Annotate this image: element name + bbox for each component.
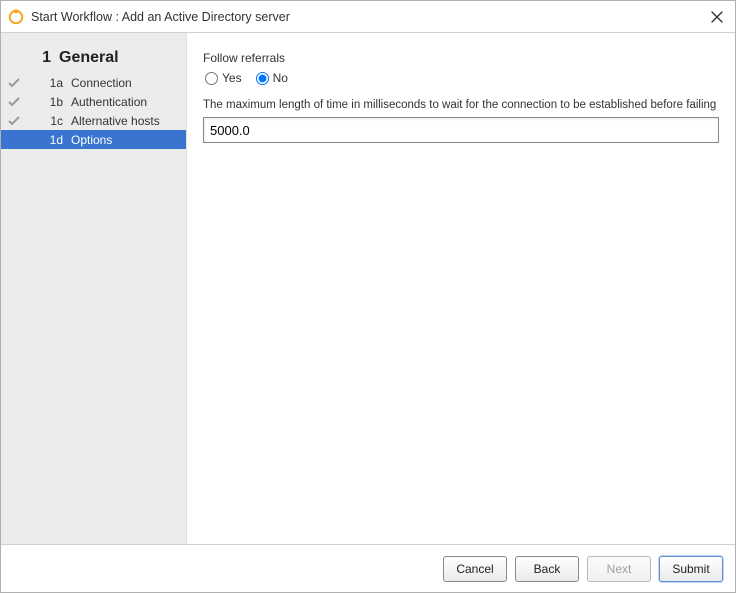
radio-no-label: No [273, 71, 288, 85]
app-icon [7, 8, 25, 26]
title-bar: Start Workflow : Add an Active Directory… [1, 1, 735, 33]
step-id: 1b [27, 95, 63, 109]
dialog-body: 1 General 1a Connection 1b Authenticatio… [1, 33, 735, 544]
follow-referrals-yes[interactable]: Yes [205, 71, 242, 85]
step-id: 1c [27, 114, 63, 128]
content-pane: Follow referrals Yes No The maximum leng… [187, 33, 735, 544]
follow-referrals-no[interactable]: No [256, 71, 288, 85]
step-list: 1a Connection 1b Authentication 1c Alter… [1, 73, 186, 149]
radio-no-input[interactable] [256, 72, 269, 85]
sidebar-item-alternative-hosts[interactable]: 1c Alternative hosts [1, 111, 186, 130]
section-number: 1 [1, 49, 51, 67]
step-label: Alternative hosts [71, 114, 160, 128]
sidebar-item-options[interactable]: 1d Options [1, 130, 186, 149]
window-title: Start Workflow : Add an Active Directory… [31, 10, 707, 24]
sidebar-item-connection[interactable]: 1a Connection [1, 73, 186, 92]
sidebar-item-authentication[interactable]: 1b Authentication [1, 92, 186, 111]
submit-button[interactable]: Submit [659, 556, 723, 582]
step-label: Connection [71, 76, 132, 90]
timeout-input[interactable] [203, 117, 719, 143]
section-header: 1 General [1, 45, 186, 73]
follow-referrals-label: Follow referrals [203, 51, 719, 65]
check-icon [1, 97, 27, 107]
check-icon [1, 116, 27, 126]
radio-yes-label: Yes [222, 71, 242, 85]
close-icon[interactable] [707, 7, 727, 27]
check-icon [1, 78, 27, 88]
footer-bar: Cancel Back Next Submit [1, 544, 735, 592]
radio-yes-input[interactable] [205, 72, 218, 85]
timeout-label: The maximum length of time in millisecon… [203, 99, 719, 111]
step-label: Options [71, 133, 112, 147]
step-id: 1a [27, 76, 63, 90]
next-button: Next [587, 556, 651, 582]
cancel-button[interactable]: Cancel [443, 556, 507, 582]
dialog-window: Start Workflow : Add an Active Directory… [0, 0, 736, 593]
step-id: 1d [27, 133, 63, 147]
follow-referrals-group: Yes No [205, 71, 719, 85]
wizard-sidebar: 1 General 1a Connection 1b Authenticatio… [1, 33, 187, 544]
section-label: General [59, 49, 119, 67]
step-label: Authentication [71, 95, 147, 109]
back-button[interactable]: Back [515, 556, 579, 582]
